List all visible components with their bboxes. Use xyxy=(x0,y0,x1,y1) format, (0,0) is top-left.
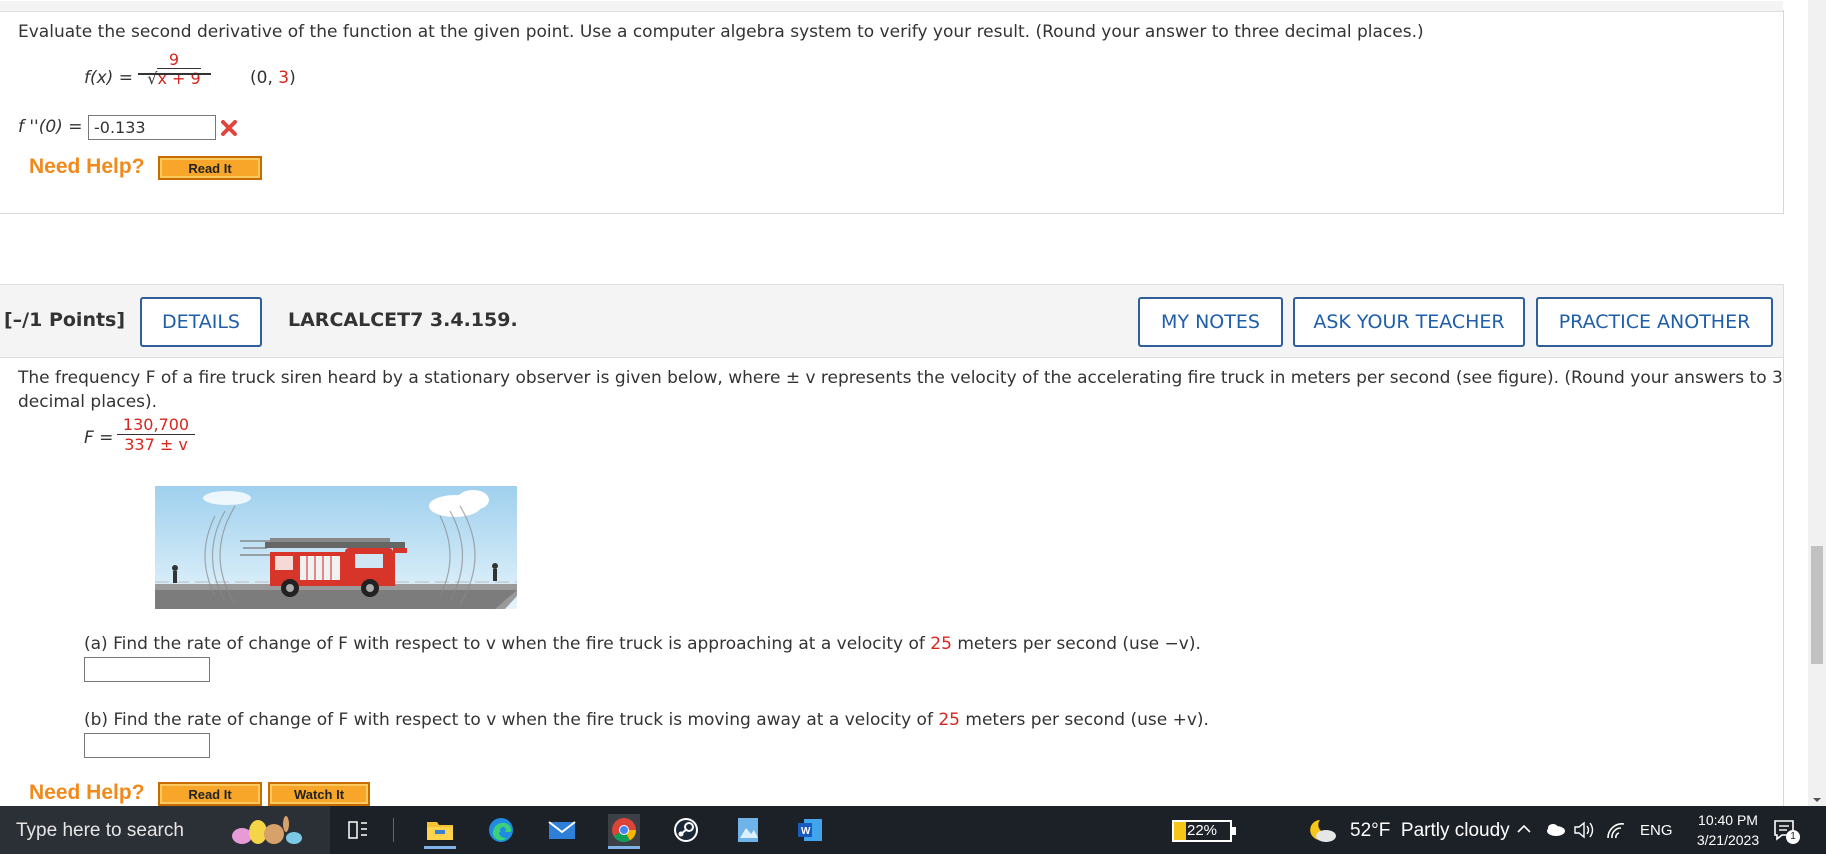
task-view-icon[interactable] xyxy=(342,814,374,846)
points-label: [–/1 Points] xyxy=(4,309,126,331)
ask-your-teacher-button[interactable]: ASK YOUR TEACHER xyxy=(1293,297,1525,347)
taskbar: Type here to search W 22% 52°F Partly cl… xyxy=(0,806,1826,854)
clock-time: 10:40 PM xyxy=(1698,812,1758,828)
scrollbar-thumb[interactable] xyxy=(1811,546,1823,664)
taskbar-divider xyxy=(393,818,394,842)
answer-input-q1[interactable] xyxy=(88,115,216,140)
edge-icon[interactable] xyxy=(485,814,517,846)
answer-input-part-a[interactable] xyxy=(84,657,210,682)
photos-icon[interactable] xyxy=(732,814,764,846)
speaker-icon[interactable] xyxy=(1572,820,1596,845)
incorrect-x-icon xyxy=(220,119,238,137)
F-label: F = xyxy=(84,428,114,448)
svg-text:W: W xyxy=(801,826,811,837)
weather-icon[interactable] xyxy=(1306,814,1338,846)
read-it-button-q2[interactable]: Read It xyxy=(158,782,262,806)
frequency-fraction: 130,700 337 ± v xyxy=(117,415,195,454)
language-indicator[interactable]: ENG xyxy=(1640,822,1673,839)
function-fraction: 9 √x + 9 xyxy=(137,50,211,88)
need-help-label-q2: Need Help? xyxy=(29,781,145,804)
F-denominator: 337 ± v xyxy=(117,434,195,454)
word-icon[interactable]: W xyxy=(794,814,826,846)
scroll-down-arrow-icon[interactable] xyxy=(1812,790,1822,802)
clock[interactable]: 10:40 PM 3/21/2023 xyxy=(1680,810,1776,850)
watch-it-button[interactable]: Watch It xyxy=(268,782,370,806)
file-explorer-icon[interactable] xyxy=(424,814,456,849)
part-a-text: (a) Find the rate of change of F with re… xyxy=(84,634,1201,654)
fraction-denominator: √x + 9 xyxy=(147,68,201,88)
page-content: Evaluate the second derivative of the fu… xyxy=(0,0,1808,806)
answer-label: f ''(0) = xyxy=(18,117,83,137)
search-box[interactable]: Type here to search xyxy=(0,806,330,854)
search-placeholder: Type here to search xyxy=(16,820,184,841)
wifi-icon[interactable] xyxy=(1606,822,1626,845)
mail-icon[interactable] xyxy=(546,814,578,846)
problem-id: LARCALCET7 3.4.159. xyxy=(288,309,518,331)
page-scrollbar[interactable] xyxy=(1808,0,1826,806)
my-notes-button[interactable]: MY NOTES xyxy=(1138,297,1283,347)
need-help-label-q1: Need Help? xyxy=(29,155,145,178)
cloud-icon[interactable] xyxy=(1544,822,1566,841)
steam-icon[interactable] xyxy=(670,814,702,846)
question-1-instructions: Evaluate the second derivative of the fu… xyxy=(18,22,1424,42)
notification-icon[interactable]: 1 xyxy=(1772,818,1800,847)
answer-input-part-b[interactable] xyxy=(84,733,210,758)
fire-truck-figure xyxy=(155,486,517,609)
practice-another-button[interactable]: PRACTICE ANOTHER xyxy=(1536,297,1773,347)
weather-text[interactable]: 52°F Partly cloudy xyxy=(1350,820,1510,842)
notification-count: 1 xyxy=(1786,830,1800,844)
fraction-bar xyxy=(138,73,211,75)
read-it-button-q1[interactable]: Read It xyxy=(158,156,262,180)
question-2-intro-line1: The frequency F of a fire truck siren he… xyxy=(18,368,1783,388)
F-numerator: 130,700 xyxy=(122,415,190,434)
battery-indicator[interactable]: 22% xyxy=(1172,820,1236,842)
battery-percent: 22% xyxy=(1186,822,1218,839)
chevron-up-icon[interactable] xyxy=(1516,822,1532,841)
given-point: (0, 3) xyxy=(250,68,296,88)
fx-label: f(x) = xyxy=(84,68,133,88)
question-2-intro-line2: decimal places). xyxy=(18,392,158,412)
chrome-icon[interactable] xyxy=(608,814,640,849)
part-b-text: (b) Find the rate of change of F with re… xyxy=(84,710,1209,730)
easter-decor-icon xyxy=(230,816,310,846)
sqrt-icon: √ xyxy=(147,69,158,88)
clock-date: 3/21/2023 xyxy=(1696,832,1760,848)
fraction-numerator: 9 xyxy=(168,50,180,69)
details-button[interactable]: DETAILS xyxy=(140,297,262,347)
